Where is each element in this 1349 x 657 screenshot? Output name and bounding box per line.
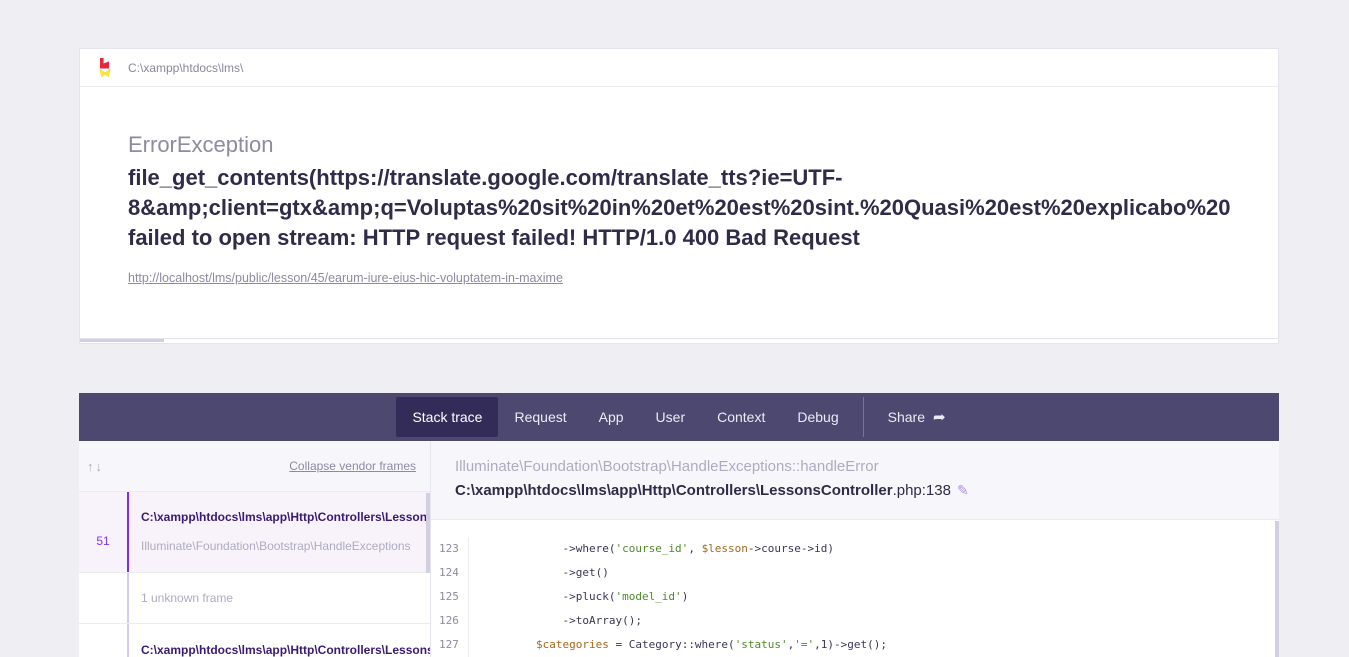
code-line: $categories = Category::where('status','… [483, 638, 888, 651]
line-number: 124 [439, 566, 459, 579]
tab-debug[interactable]: Debug [781, 397, 854, 437]
error-card: C:\xampp\htdocs\lms\ ErrorException file… [79, 48, 1279, 344]
exception-message-line: failed to open stream: HTTP request fail… [128, 225, 860, 250]
share-button[interactable]: Share ➦ [872, 397, 962, 437]
exception-message-line: file_get_contents(https://translate.goog… [128, 165, 843, 190]
frame-item[interactable]: 51 C:\xampp\htdocs\lms\app\Http\Controll… [79, 492, 430, 573]
collapse-vendor-frames-link[interactable]: Collapse vendor frames [289, 459, 416, 473]
tab-user[interactable]: User [640, 397, 702, 437]
frame-file: C:\xampp\htdocs\lms\app\Http\Controllers… [141, 510, 430, 524]
frame-file: C:\xampp\htdocs\lms\app\Http\Controllers… [141, 643, 430, 657]
frame-nav-arrows-icon[interactable]: ↑↓ [87, 459, 104, 474]
ignition-logo-icon [98, 57, 112, 79]
card-header: C:\xampp\htdocs\lms\ [80, 49, 1278, 87]
tab-context[interactable]: Context [701, 397, 781, 437]
progress-fill [80, 339, 164, 342]
exception-message-line: 8&amp;client=gtx&amp;q=Voluptas%20sit%20… [128, 195, 1231, 220]
code-snippet: 123 124 125 126 127 ->where('course_id',… [431, 520, 1279, 657]
tab-divider [862, 397, 864, 437]
detail-file-path: C:\xampp\htdocs\lms\app\Http\Controllers… [455, 482, 893, 499]
stack-section: Stack trace Request App User Context Deb… [79, 393, 1279, 657]
tab-request[interactable]: Request [498, 397, 582, 437]
frames-scrollbar[interactable] [426, 493, 430, 573]
progress-bar [80, 338, 1278, 342]
detail-file-line: .php:138 [892, 482, 951, 499]
code-line: ->where('course_id', $lesson->course->id… [483, 542, 835, 555]
code-line: ->toArray(); [483, 614, 642, 627]
tab-app[interactable]: App [583, 397, 640, 437]
code-line: ->pluck('model_id') [483, 590, 689, 603]
exception-class: ErrorException [128, 132, 274, 157]
frame-item-unknown[interactable]: 1 unknown frame [79, 573, 430, 624]
unknown-frame-label: 1 unknown frame [141, 591, 234, 605]
edit-pencil-icon[interactable]: ✎ [957, 482, 969, 498]
frame-item[interactable]: C:\xampp\htdocs\lms\app\Http\Controllers… [79, 624, 430, 657]
frames-panel: ↑↓ Collapse vendor frames 51 C:\xampp\ht… [79, 441, 431, 657]
tab-stack-trace[interactable]: Stack trace [396, 397, 499, 437]
code-line: ->get() [483, 566, 609, 579]
frame-detail: Illuminate\Foundation\Bootstrap\HandleEx… [431, 441, 1279, 657]
share-label: Share [887, 409, 925, 425]
frame-class: Illuminate\Foundation\Bootstrap\HandleEx… [141, 539, 411, 553]
detail-file: C:\xampp\htdocs\lms\app\Http\Controllers… [455, 479, 1255, 502]
line-number: 125 [439, 590, 459, 603]
line-number: 127 [439, 638, 459, 651]
request-url-link[interactable]: http://localhost/lms/public/lesson/45/ea… [128, 271, 563, 285]
project-path: C:\xampp\htdocs\lms\ [128, 60, 244, 75]
line-number: 126 [439, 614, 459, 627]
share-icon: ➦ [932, 409, 946, 426]
frame-number: 51 [96, 534, 110, 548]
line-number: 123 [439, 542, 459, 555]
code-scrollbar[interactable] [1275, 521, 1279, 657]
exception-message: file_get_contents(https://translate.goog… [128, 163, 1231, 253]
detail-class: Illuminate\Foundation\Bootstrap\HandleEx… [455, 458, 879, 475]
tab-bar: Stack trace Request App User Context Deb… [79, 393, 1279, 441]
